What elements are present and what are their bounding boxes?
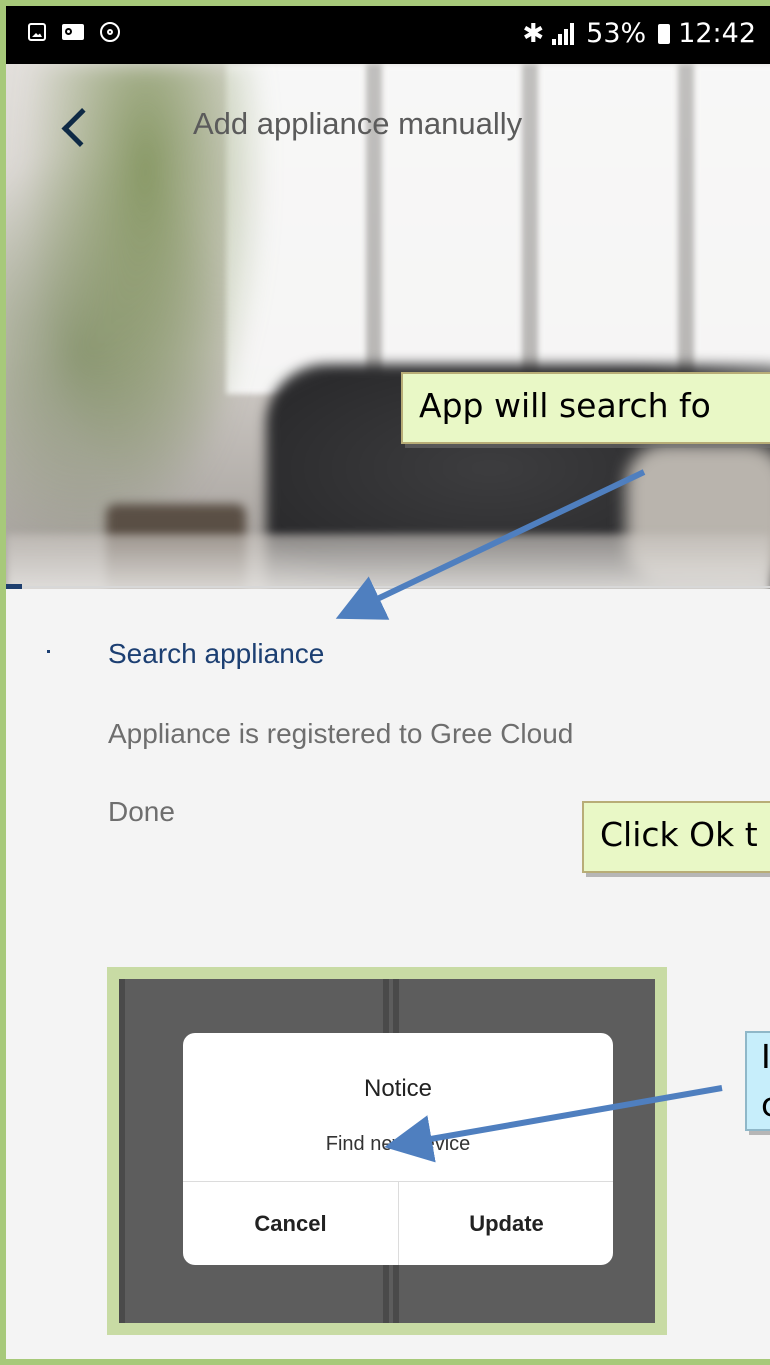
status-left-icons	[28, 22, 120, 42]
callout-3-line-1: I	[761, 1037, 770, 1076]
notice-dialog: Notice Find new device Cancel Update	[183, 1033, 613, 1265]
signal-icon	[552, 22, 578, 45]
progress-track	[6, 586, 770, 588]
annotation-callout-blue: I c	[745, 1031, 770, 1131]
battery-icon	[658, 23, 671, 44]
dialog-backdrop: Notice Find new device Cancel Update	[119, 979, 655, 1323]
annotation-callout-click-ok: Click Ok t	[582, 801, 770, 873]
update-button[interactable]: Update	[399, 1182, 613, 1265]
battery-percent: 53%	[586, 18, 647, 49]
dialog-message: Find new device	[325, 1133, 471, 1155]
back-button[interactable]	[58, 104, 101, 150]
bluetooth-icon: ✱	[522, 18, 545, 49]
step-registered-cloud: Appliance is registered to Gree Cloud	[108, 718, 574, 749]
callout-3-line-2: c	[761, 1081, 770, 1129]
dialog-title: Notice	[363, 1075, 433, 1102]
status-right: ✱ 53% 12:42	[522, 18, 756, 49]
header-photo	[6, 64, 770, 589]
clock: 12:42	[678, 18, 756, 49]
annotation-callout-search: App will search fo	[401, 372, 770, 444]
step-search-appliance: Search appliance	[108, 638, 325, 669]
step-done: Done	[108, 796, 175, 827]
screenshot-frame: ✱ 53% 12:42 Add appliance manually Searc…	[0, 0, 770, 1365]
dialog-screenshot-inset: Notice Find new device Cancel Update	[107, 967, 667, 1335]
outlook-icon	[62, 24, 84, 40]
active-step-dot	[47, 650, 50, 653]
status-bar: ✱ 53% 12:42	[6, 6, 770, 64]
image-icon	[28, 23, 46, 41]
cancel-button[interactable]: Cancel	[183, 1182, 398, 1265]
progress-indicator	[6, 584, 22, 589]
page-title: Add appliance manually	[193, 106, 523, 141]
sync-icon	[100, 22, 120, 42]
